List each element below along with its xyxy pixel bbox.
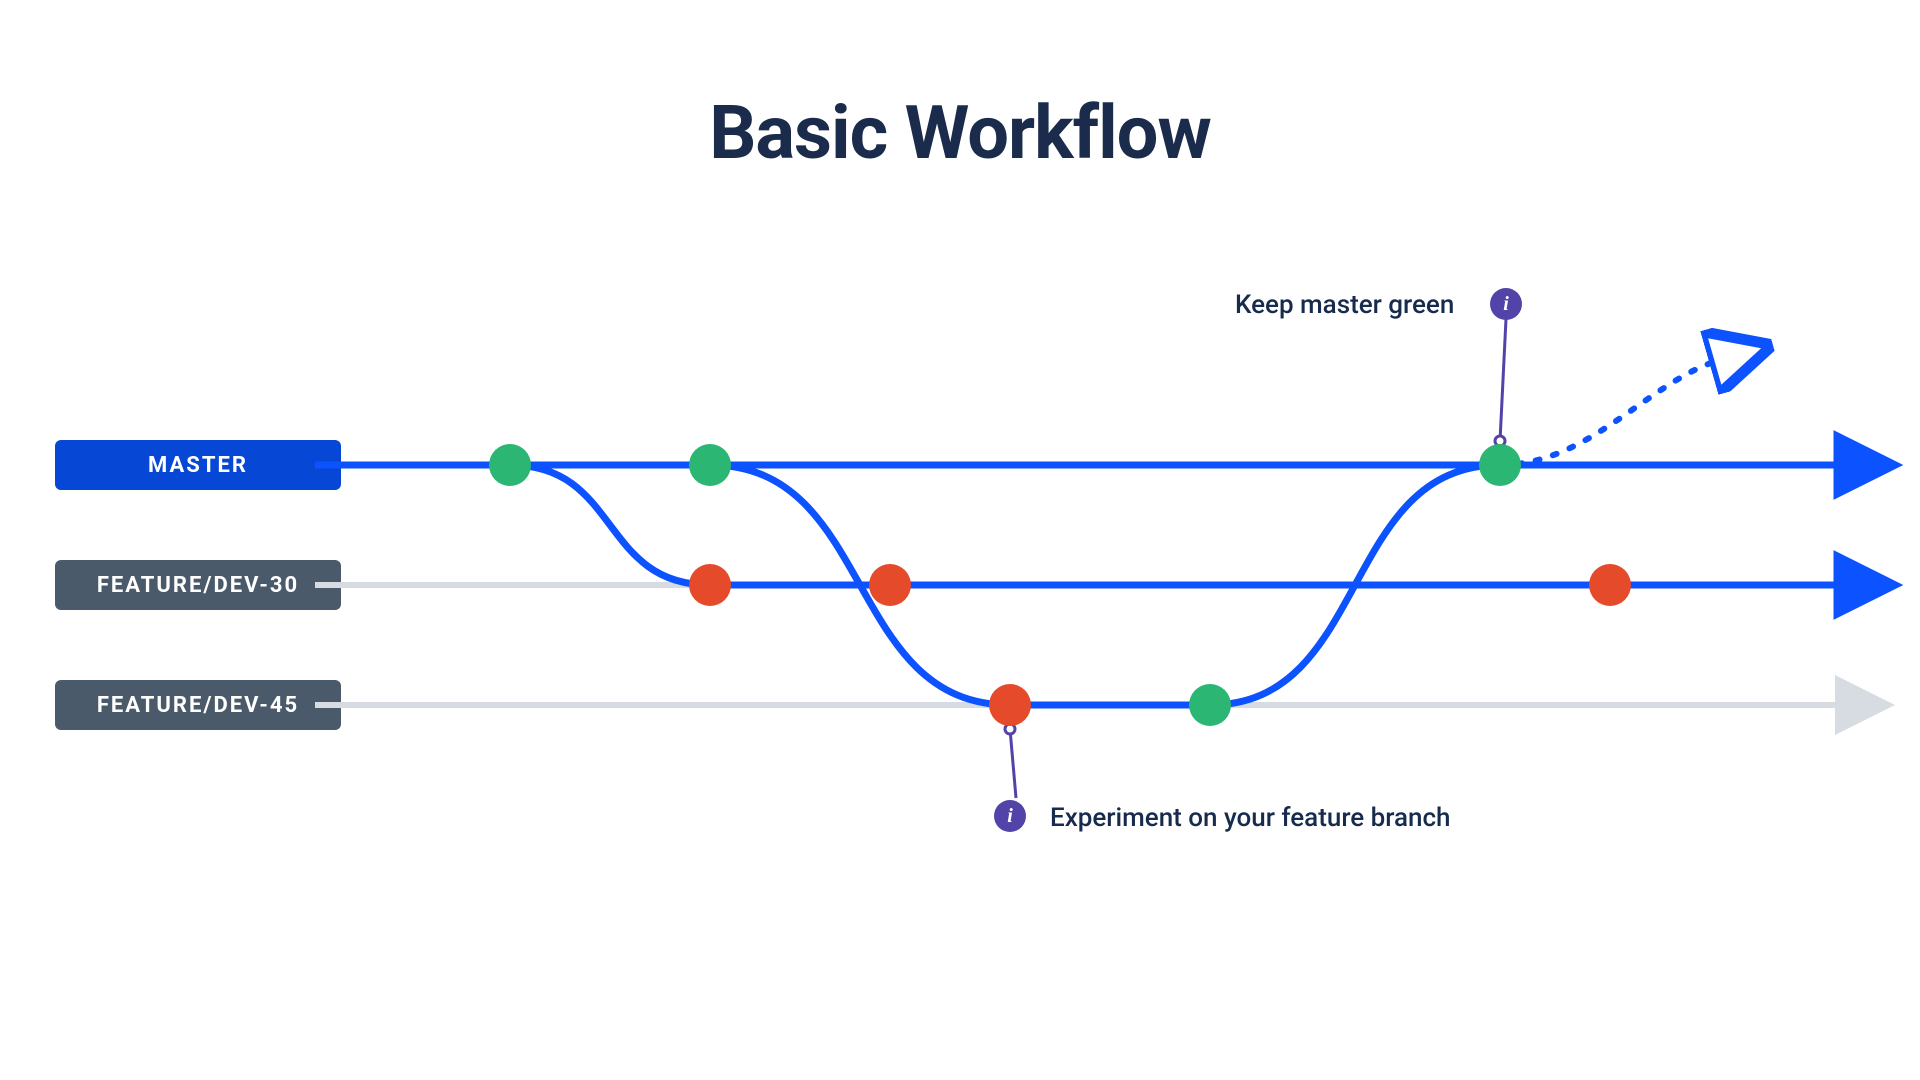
annotation-master-green: Keep master green [1235,290,1454,320]
git-graph [0,0,1920,1080]
annotation-feature-experiment: Experiment on your feature branch [1050,803,1451,833]
commit-node [1189,684,1231,726]
commit-node [689,444,731,486]
info-icon: i [994,800,1026,832]
diagram-stage: Basic Workflow MASTER FEATURE/DEV-30 FEA… [0,0,1920,1080]
commit-node [989,684,1031,726]
commit-node [1479,444,1521,486]
commit-node [869,564,911,606]
commit-node [489,444,531,486]
info-icon: i [1490,288,1522,320]
commit-node [1589,564,1631,606]
commit-node [689,564,731,606]
